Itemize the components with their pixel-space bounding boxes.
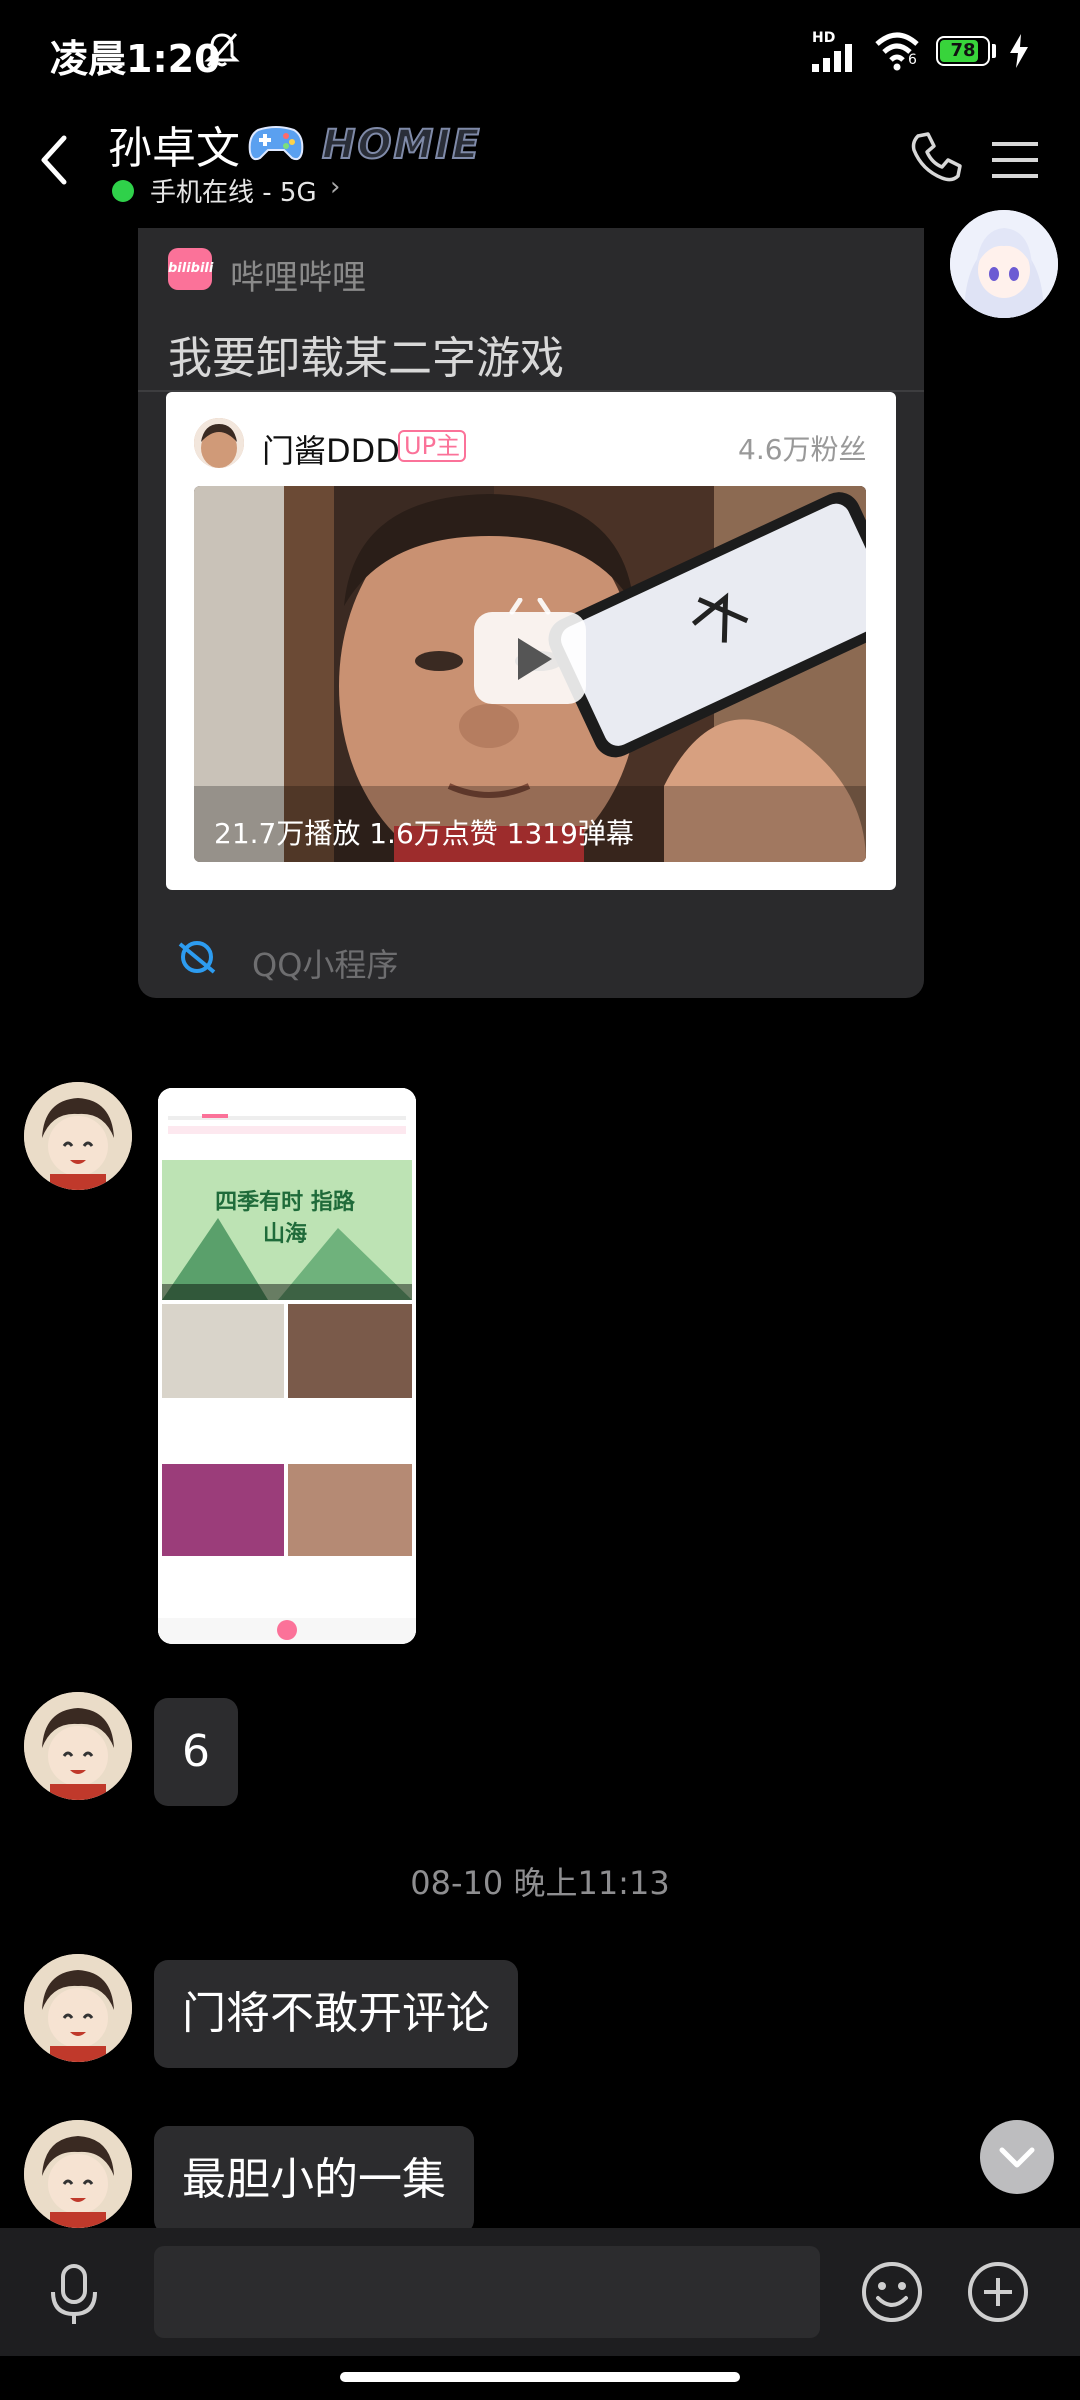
back-arrow-icon[interactable] [30,130,80,190]
message-bubble[interactable]: 6 [154,1698,238,1806]
mini-program-title: 我要卸载某二字游戏 [168,333,564,384]
online-status-text[interactable]: 手机在线 - 5G [150,172,317,209]
message-timestamp: 08-10 晚上11:13 [410,1864,670,1902]
menu-icon[interactable] [990,138,1040,182]
contact-avatar[interactable] [24,1954,132,2062]
mini-program-source: QQ小程序 [252,946,399,984]
screenshot-banner-text: 四季有时 指路山海 [215,1190,355,1247]
home-indicator[interactable] [340,2372,740,2382]
phone-icon[interactable] [908,130,964,186]
self-avatar[interactable] [950,210,1058,318]
charging-icon [1010,34,1028,68]
online-status-dot [112,180,134,202]
uploader-name: 门酱DDD [262,432,400,470]
battery-icon: 78 [936,36,990,66]
message-bubble[interactable]: 最胆小的一集 [154,2126,474,2234]
microphone-icon[interactable] [46,2262,102,2328]
mini-program-app-name: 哔哩哔哩 [230,258,366,298]
scroll-to-bottom-button[interactable] [980,2120,1054,2194]
up-badge: UP主 [398,430,467,462]
mute-bell-icon [204,33,240,67]
contact-name[interactable]: 孙卓文 [108,112,240,176]
status-time: 凌晨1:20 [50,37,221,81]
signal-icon [812,44,852,72]
message-input[interactable] [154,2246,820,2338]
status-bar: 凌晨1:20 HD 6 78 [0,0,1080,110]
bilibili-logo-icon: bilibili [168,248,213,290]
uploader-avatar [194,418,244,468]
contact-avatar[interactable] [24,1692,132,1800]
mini-program-icon [178,941,216,974]
play-icon[interactable] [470,598,590,708]
battery-level: 78 [950,40,976,61]
shared-screenshot-image[interactable]: 四季有时 指路山海 [158,1088,416,1644]
gamepad-icon [248,126,304,161]
battery-cap [992,44,996,58]
video-stats: 21.7万播放 1.6万点赞 1319弹幕 [214,817,634,850]
homie-badge: HOMIE [321,121,482,169]
contact-avatar[interactable] [24,2120,132,2228]
plus-icon[interactable] [966,2260,1030,2324]
wifi-gen-label: 6 [908,52,917,68]
chevron-right-icon[interactable]: › [330,172,340,202]
emoji-icon[interactable] [860,2260,924,2324]
message-bubble[interactable]: 门将不敢开评论 [154,1960,518,2068]
chevron-down-icon [999,2147,1035,2168]
contact-avatar[interactable] [24,1082,132,1190]
uploader-fans: 4.6万粉丝 [738,433,867,466]
